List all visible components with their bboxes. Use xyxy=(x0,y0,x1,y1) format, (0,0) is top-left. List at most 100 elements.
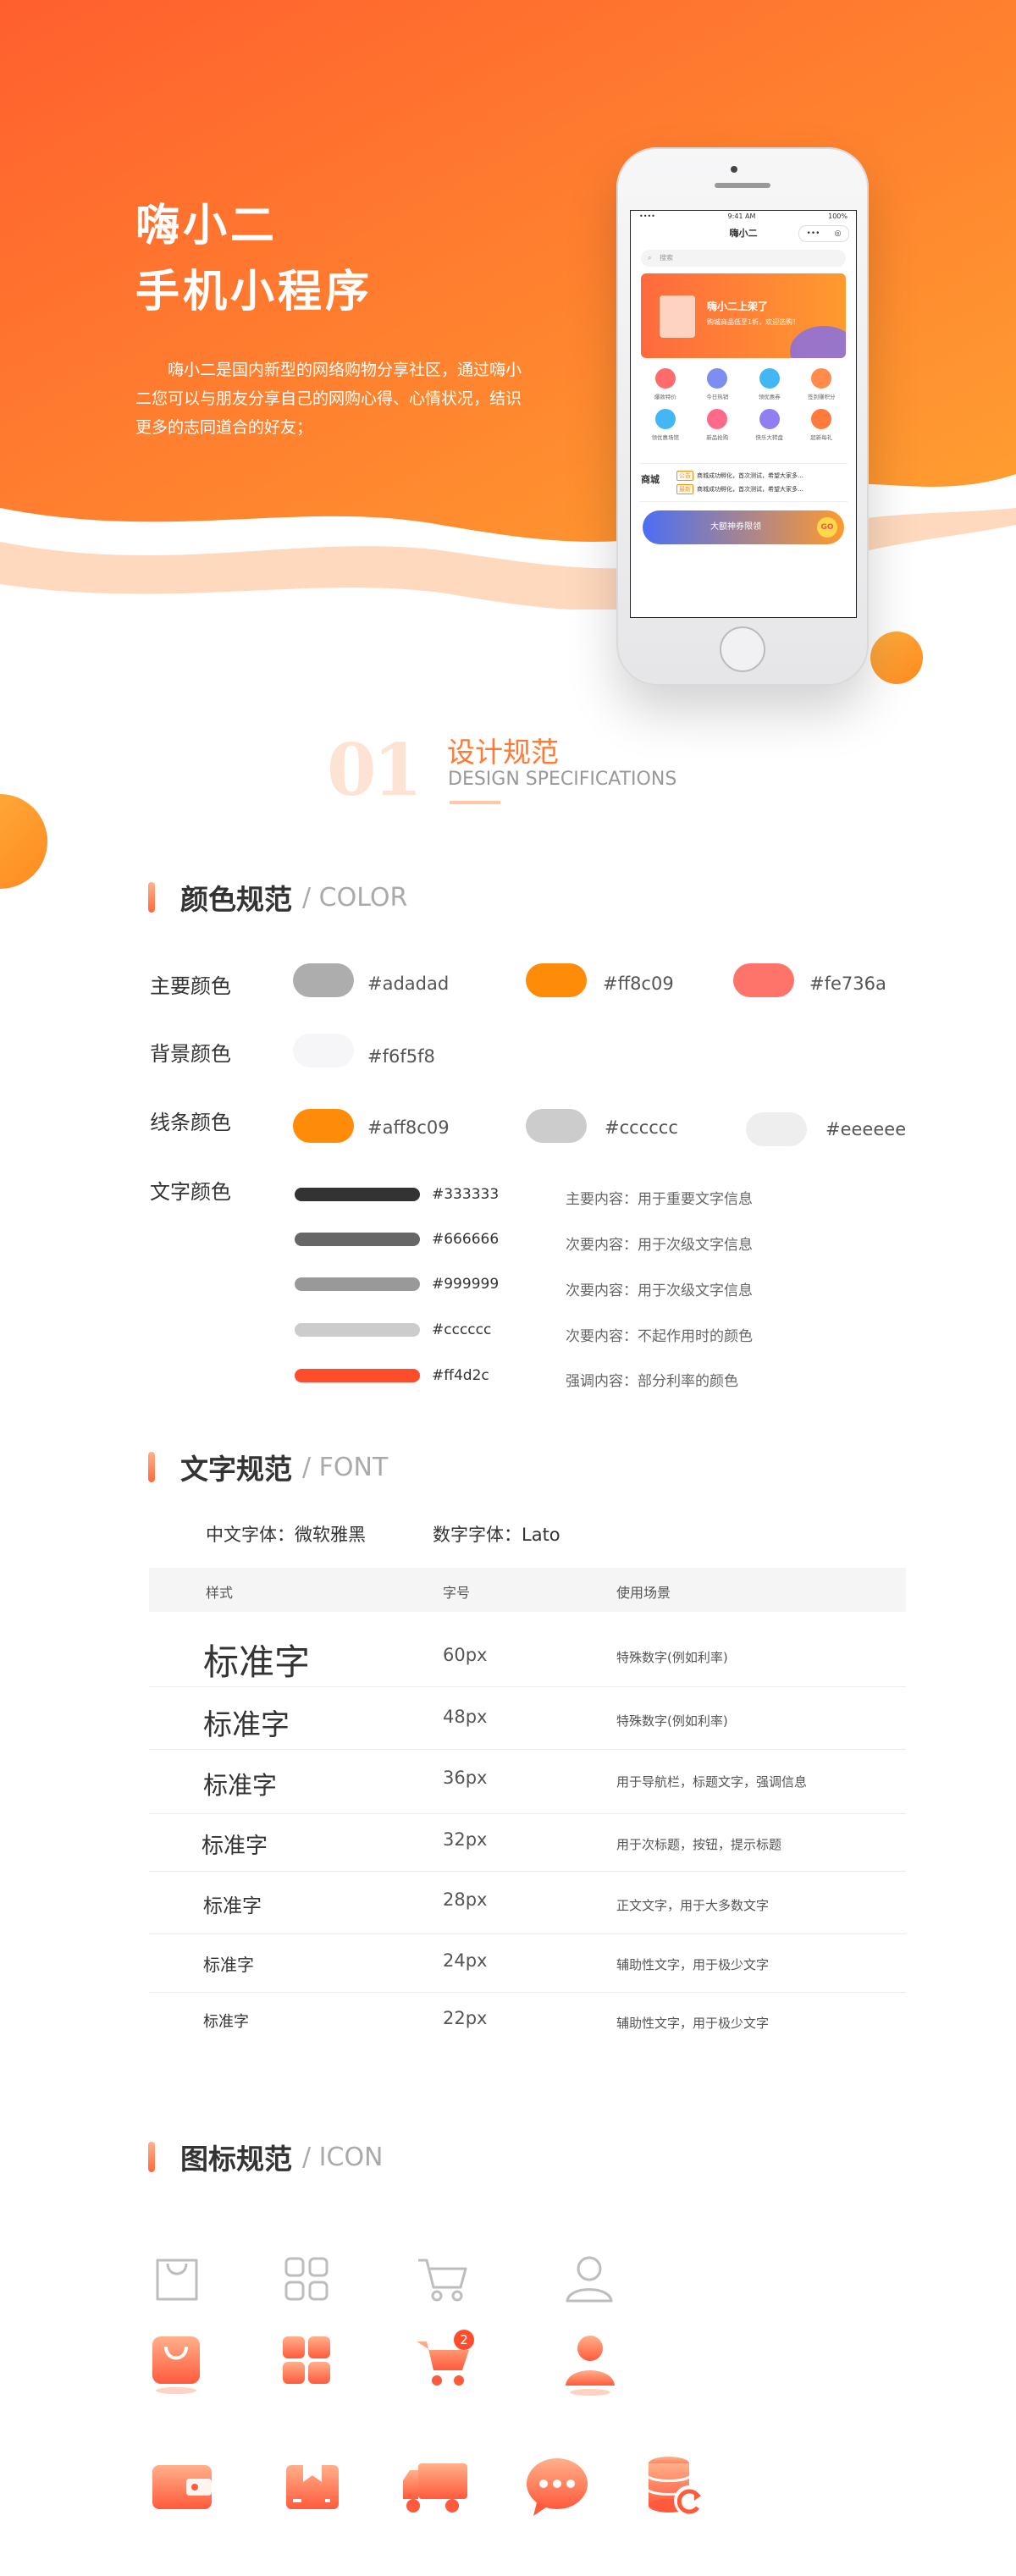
grid-item[interactable]: 签到赚积分 xyxy=(796,368,848,400)
text-color-bar xyxy=(295,1233,420,1246)
search-input[interactable]: ⌕ 搜索 xyxy=(641,250,846,267)
text-color-desc: 强调内容：部分利率的颜色 xyxy=(566,1373,738,1390)
search-icon: ⌕ xyxy=(648,254,652,262)
font-sample: 标准字 xyxy=(203,1641,311,1683)
category-grid: 爆款特价 今日热销 领优惠券 签到赚积分 领优惠场馆 新品抢购 快乐大转盘 超新… xyxy=(639,368,848,441)
color-hex: #aff8c09 xyxy=(367,1117,450,1138)
color-hex: #f6f5f8 xyxy=(367,1046,435,1067)
grid-label: 签到赚积分 xyxy=(808,394,836,400)
category-icon xyxy=(654,368,676,389)
news-text: 商城成功孵化，首次测试，希望大家多… xyxy=(697,472,803,479)
color-heading-cn: 颜色规范 xyxy=(180,883,292,916)
grid-label: 新品抢购 xyxy=(706,434,729,441)
text-color-hex: #666666 xyxy=(432,1231,500,1248)
news-ticker[interactable]: 商城 公告 商城成功孵化，首次测试，希望大家多… 最新 商城成功孵化，首次测试，希望… xyxy=(639,463,848,502)
phone-mockup: •••• 9:41 AM 100% 嗨小二 ••• ◎ ⌕ 搜索 嗨小二上架了 … xyxy=(616,147,869,686)
col-use: 使用场景 xyxy=(616,1585,671,1601)
row-divider xyxy=(149,1813,906,1814)
more-icon[interactable]: ••• xyxy=(807,229,820,238)
num-font-note: 数字字体：Lato xyxy=(433,1525,560,1545)
hero-title: 嗨小二 手机小程序 xyxy=(135,193,373,325)
color-swatch xyxy=(526,963,587,997)
font-size: 48px xyxy=(443,1707,488,1727)
font-heading-cn: 文字规范 xyxy=(180,1453,292,1486)
font-use: 特殊数字(例如利率) xyxy=(616,1713,728,1729)
phone-screen: •••• 9:41 AM 100% 嗨小二 ••• ◎ ⌕ 搜索 嗨小二上架了 … xyxy=(630,210,857,618)
category-icon xyxy=(707,409,728,429)
close-target-icon[interactable]: ◎ xyxy=(835,229,842,238)
font-use: 辅助性文字，用于极少文字 xyxy=(616,2016,770,2031)
grid-item[interactable]: 超新每礼 xyxy=(796,409,848,441)
font-table-header xyxy=(149,1568,906,1612)
user-outline-icon xyxy=(566,2256,613,2303)
cart-outline-icon xyxy=(418,2259,467,2302)
color-hex: #fe736a xyxy=(809,974,886,994)
grid-item[interactable]: 今日热销 xyxy=(692,368,744,400)
font-size: 22px xyxy=(443,2008,488,2028)
text-color-hex: #cccccc xyxy=(432,1321,492,1338)
font-sample: 标准字 xyxy=(203,1895,262,1917)
news-item[interactable]: 最新 商城成功孵化，首次测试，希望大家多… xyxy=(676,484,803,494)
bg-color-label: 背景颜色 xyxy=(150,1042,231,1066)
color-swatch xyxy=(293,1034,354,1067)
text-color-hex: #ff4d2c xyxy=(432,1367,489,1384)
font-sample: 标准字 xyxy=(203,1771,278,1800)
decor-circle-right xyxy=(870,632,923,684)
text-color-desc: 次要内容：用于次级文字信息 xyxy=(566,1237,753,1254)
grid-item[interactable]: 快乐大转盘 xyxy=(743,409,796,441)
grid-item[interactable]: 新品抢购 xyxy=(692,409,744,441)
text-color-bar xyxy=(295,1369,420,1382)
text-color-label: 文字颜色 xyxy=(150,1180,231,1204)
text-color-desc: 主要内容：用于重要文字信息 xyxy=(566,1191,753,1208)
color-heading: 颜色规范 / COLOR xyxy=(148,880,407,916)
font-sample: 标准字 xyxy=(203,2013,249,2031)
bag-icon xyxy=(152,2336,200,2394)
color-hex: #adadad xyxy=(367,974,450,994)
row-divider xyxy=(149,1871,906,1872)
grid-item[interactable]: 领优惠场馆 xyxy=(639,409,692,441)
category-icon xyxy=(707,368,728,389)
promo-banner[interactable]: 嗨小二上架了 购城商品低至1折，欢迎选购！ xyxy=(641,273,846,358)
chat-icon xyxy=(527,2458,588,2516)
shopping-bag-illustration xyxy=(660,295,695,338)
grid-item[interactable]: 爆款特价 xyxy=(639,368,692,400)
font-size: 36px xyxy=(443,1768,488,1788)
cart-badge: 2 xyxy=(454,2330,474,2350)
status-bar: •••• 9:41 AM 100% xyxy=(631,211,856,223)
category-icon xyxy=(811,368,832,389)
font-use: 辅助性文字，用于极少文字 xyxy=(616,1957,770,1972)
font-use: 正文文字，用于大多数文字 xyxy=(616,1898,770,1913)
font-sample: 标准字 xyxy=(202,1834,268,1859)
news-text: 商城成功孵化，首次测试，希望大家多… xyxy=(697,486,803,493)
grid-item[interactable]: 领优惠券 xyxy=(743,368,796,400)
font-size: 24px xyxy=(443,1950,488,1971)
go-button[interactable]: GO xyxy=(817,517,837,538)
color-swatch xyxy=(293,1109,354,1143)
search-placeholder: 搜索 xyxy=(660,254,673,262)
user-icon xyxy=(566,2336,615,2396)
row-divider xyxy=(149,1992,906,1993)
mini-capsule[interactable]: ••• ◎ xyxy=(798,225,849,242)
font-use: 用于次标题，按钮，提示标题 xyxy=(616,1837,782,1852)
hero-description: 嗨小二是国内新型的网络购物分享社区，通过嗨小二您可以与朋友分享自己的网购心得、心… xyxy=(135,361,522,437)
col-style: 样式 xyxy=(206,1585,234,1601)
coupon-banner[interactable]: 大额神券限领 GO xyxy=(643,510,844,544)
text-color-bar xyxy=(295,1323,420,1337)
phone-camera xyxy=(731,166,737,173)
color-swatch xyxy=(746,1112,807,1146)
color-swatch xyxy=(526,1109,587,1143)
col-size: 字号 xyxy=(443,1585,471,1601)
font-size: 32px xyxy=(443,1829,488,1850)
hero-title-line2: 手机小程序 xyxy=(135,267,373,317)
font-use: 用于导航栏，标题文字，强调信息 xyxy=(616,1774,808,1790)
color-hex: #cccccc xyxy=(605,1117,678,1138)
heading-bar xyxy=(148,1452,155,1482)
category-icon xyxy=(654,409,676,429)
row-divider xyxy=(149,1686,906,1687)
cn-font-note: 中文字体：微软雅黑 xyxy=(206,1525,366,1545)
news-item[interactable]: 公告 商城成功孵化，首次测试，希望大家多… xyxy=(676,471,803,481)
text-color-desc: 次要内容：用于次级文字信息 xyxy=(566,1282,753,1299)
banner-title: 嗨小二上架了 xyxy=(707,301,769,312)
font-heading-en: / FONT xyxy=(302,1452,389,1482)
grid-label: 爆款特价 xyxy=(654,394,676,400)
